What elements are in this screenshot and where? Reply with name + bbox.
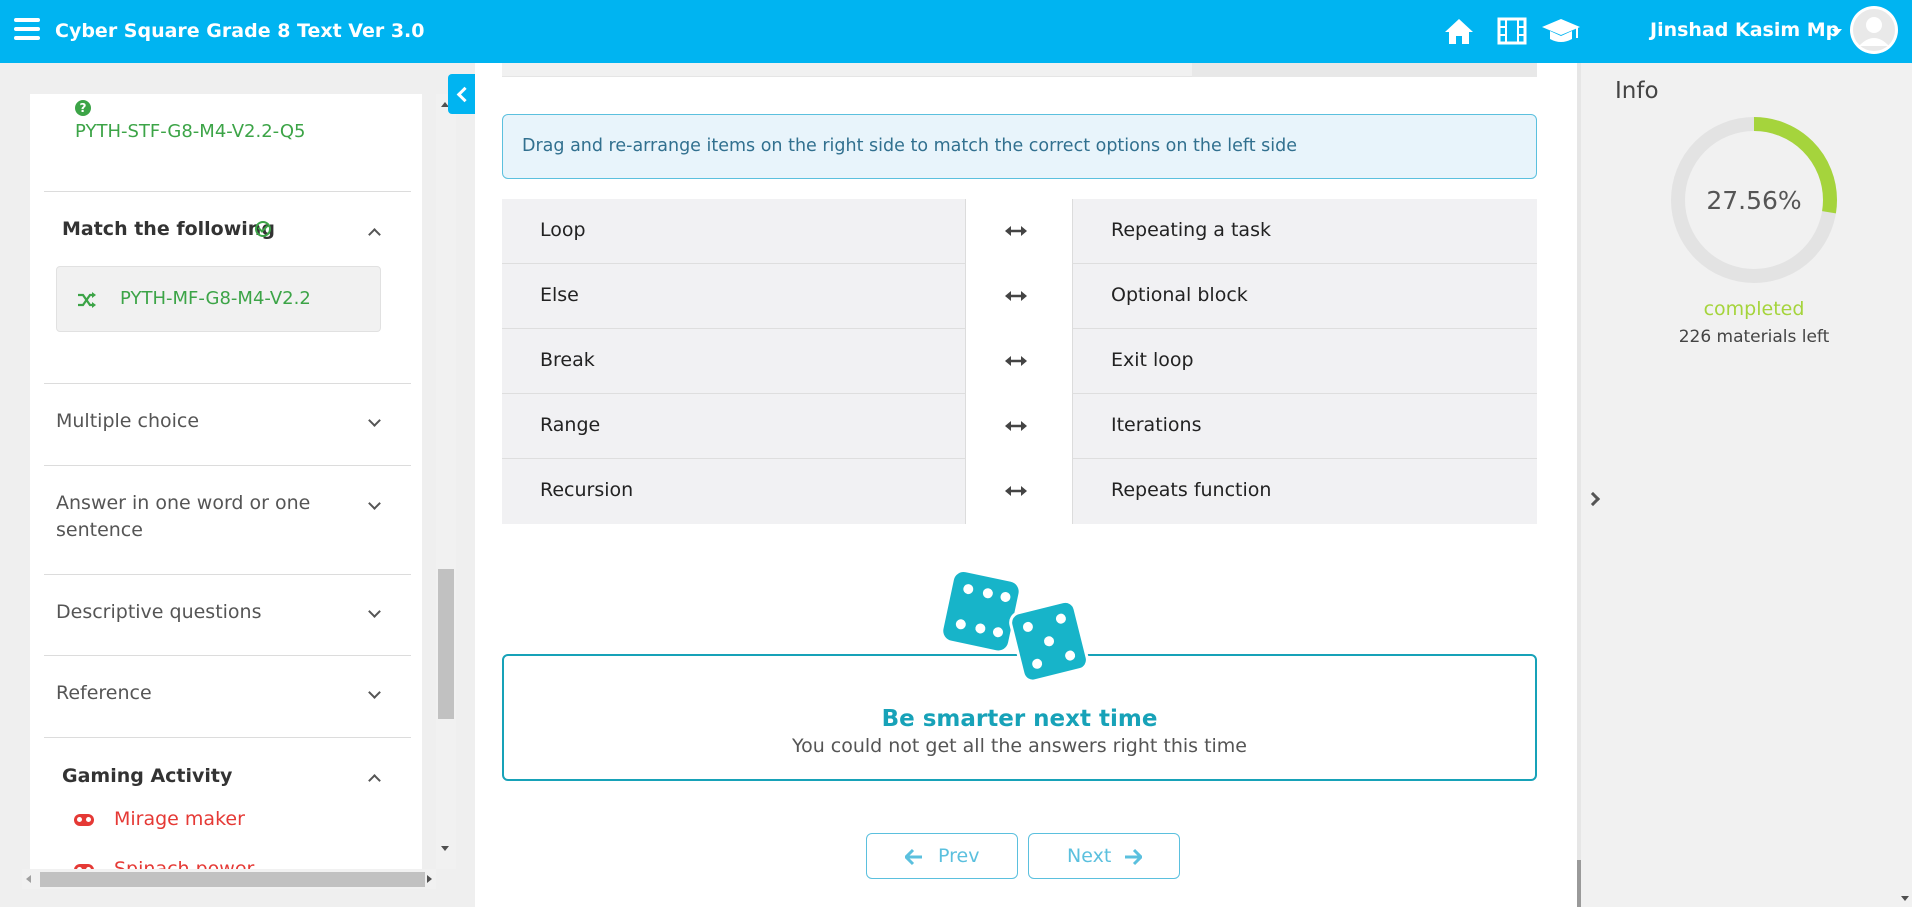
match-table: Loop Repeating a task Else Optional bloc… — [502, 199, 1537, 525]
shuffle-icon — [78, 292, 96, 308]
section-title-one-word[interactable]: Answer in one word or one — [56, 492, 310, 514]
game-label: Spinach power — [114, 858, 255, 869]
sidebar-item-label: PYTH-MF-G8-M4-V2.2 — [120, 288, 311, 309]
section-title-one-word-line2[interactable]: sentence — [56, 519, 143, 541]
match-right-item[interactable]: Iterations — [1072, 394, 1537, 459]
top-strip — [502, 63, 1537, 77]
divider — [44, 655, 411, 656]
completed-label: completed — [1703, 298, 1805, 320]
divider — [44, 465, 411, 466]
divider — [44, 737, 411, 738]
match-right-label: Optional block — [1111, 284, 1248, 306]
match-left-item: Recursion — [502, 459, 966, 524]
scroll-down-icon[interactable] — [441, 846, 449, 851]
check-circle-icon — [255, 221, 271, 237]
graduation-cap-icon[interactable] — [1540, 16, 1582, 46]
section-title-descriptive[interactable]: Descriptive questions — [56, 601, 262, 623]
page-scrollbar[interactable] — [1898, 63, 1912, 907]
sidebar-item-mirage-maker[interactable]: Mirage maker — [74, 808, 245, 830]
scrollbar-thumb[interactable] — [1577, 860, 1581, 907]
double-arrow-icon — [1004, 416, 1028, 436]
match-right-label: Iterations — [1111, 414, 1202, 436]
double-arrow-icon — [1004, 286, 1028, 306]
top-bar: Cyber Square Grade 8 Text Ver 3.0 Jinsha… — [0, 0, 1912, 63]
next-button[interactable]: Next — [1028, 833, 1180, 879]
info-title: Info — [1615, 78, 1659, 104]
scrollbar-thumb[interactable] — [438, 569, 454, 719]
arrow-right-icon — [1125, 848, 1142, 866]
game-label: Mirage maker — [114, 808, 245, 830]
film-icon[interactable] — [1497, 16, 1529, 46]
strip-segment — [1192, 63, 1537, 77]
section-title-gaming[interactable]: Gaming Activity — [62, 765, 232, 787]
match-left-label: Else — [540, 284, 579, 306]
match-left-label: Loop — [540, 219, 586, 241]
sidebar-horizontal-scrollbar[interactable] — [22, 869, 436, 889]
match-left-item: Loop — [502, 199, 966, 264]
section-title-multiple-choice[interactable]: Multiple choice — [56, 410, 199, 432]
result-message: You could not get all the answers right … — [791, 735, 1248, 757]
instruction-box: Drag and re-arrange items on the right s… — [502, 114, 1537, 179]
scrollbar-thumb[interactable] — [40, 872, 425, 887]
match-right-item[interactable]: Repeating a task — [1072, 199, 1537, 264]
user-name[interactable]: Jinshad Kasim Mp — [1650, 19, 1839, 41]
next-label: Next — [1067, 845, 1112, 867]
sidebar-item-mf[interactable]: PYTH-MF-G8-M4-V2.2 — [56, 266, 381, 332]
question-icon: ? — [75, 100, 91, 116]
match-right-label: Exit loop — [1111, 349, 1194, 371]
arrow-left-icon — [905, 848, 922, 866]
materials-left: 226 materials left — [1678, 327, 1830, 347]
double-arrow-icon — [1004, 221, 1028, 241]
sidebar-vertical-scrollbar[interactable] — [436, 94, 456, 869]
match-right-label: Repeating a task — [1111, 219, 1271, 241]
result-title: Be smarter next time — [881, 706, 1158, 732]
scroll-right-icon[interactable] — [427, 875, 432, 883]
divider — [44, 191, 411, 192]
app-title: Cyber Square Grade 8 Text Ver 3.0 — [55, 20, 425, 42]
sidebar-card — [30, 94, 422, 869]
prev-label: Prev — [938, 845, 980, 867]
match-row: Range Iterations — [502, 394, 1537, 459]
panel-scrollbar[interactable] — [1577, 63, 1581, 907]
match-left-item: Range — [502, 394, 966, 459]
scroll-left-icon[interactable] — [26, 875, 31, 883]
match-row: Else Optional block — [502, 264, 1537, 329]
divider — [44, 383, 411, 384]
match-left-item: Else — [502, 264, 966, 329]
prev-button[interactable]: Prev — [866, 833, 1018, 879]
match-right-item[interactable]: Optional block — [1072, 264, 1537, 329]
section-title-match[interactable]: Match the following — [62, 218, 275, 240]
progress-value: 27.56% — [1706, 186, 1802, 215]
menu-icon[interactable] — [14, 18, 40, 40]
sidebar-item-spinach-power[interactable]: Spinach power — [74, 858, 254, 869]
match-left-label: Recursion — [540, 479, 634, 501]
double-arrow-icon — [1004, 481, 1028, 501]
match-left-label: Range — [540, 414, 601, 436]
match-row: Recursion Repeats function — [502, 459, 1537, 524]
divider — [44, 574, 411, 575]
instruction-text: Drag and re-arrange items on the right s… — [522, 136, 1298, 156]
avatar[interactable] — [1850, 6, 1898, 54]
match-right-item[interactable]: Exit loop — [1072, 329, 1537, 394]
match-right-item[interactable]: Repeats function — [1072, 459, 1537, 524]
sidebar-item-label: PYTH-STF-G8-M4-V2.2-Q5 — [75, 121, 306, 142]
double-arrow-icon — [1004, 351, 1028, 371]
home-icon[interactable] — [1443, 16, 1475, 46]
dice-icon — [940, 566, 1100, 686]
match-left-item: Break — [502, 329, 966, 394]
section-title-reference[interactable]: Reference — [56, 682, 152, 704]
gamepad-icon — [74, 813, 94, 826]
collapse-sidebar-button[interactable] — [448, 74, 475, 114]
match-left-label: Break — [540, 349, 595, 371]
scroll-down-icon[interactable] — [1901, 896, 1909, 901]
caret-down-icon[interactable] — [1832, 29, 1842, 35]
match-right-label: Repeats function — [1111, 479, 1272, 501]
clipped-area: Spinach power — [30, 855, 422, 869]
match-row: Loop Repeating a task — [502, 199, 1537, 264]
match-row: Break Exit loop — [502, 329, 1537, 394]
